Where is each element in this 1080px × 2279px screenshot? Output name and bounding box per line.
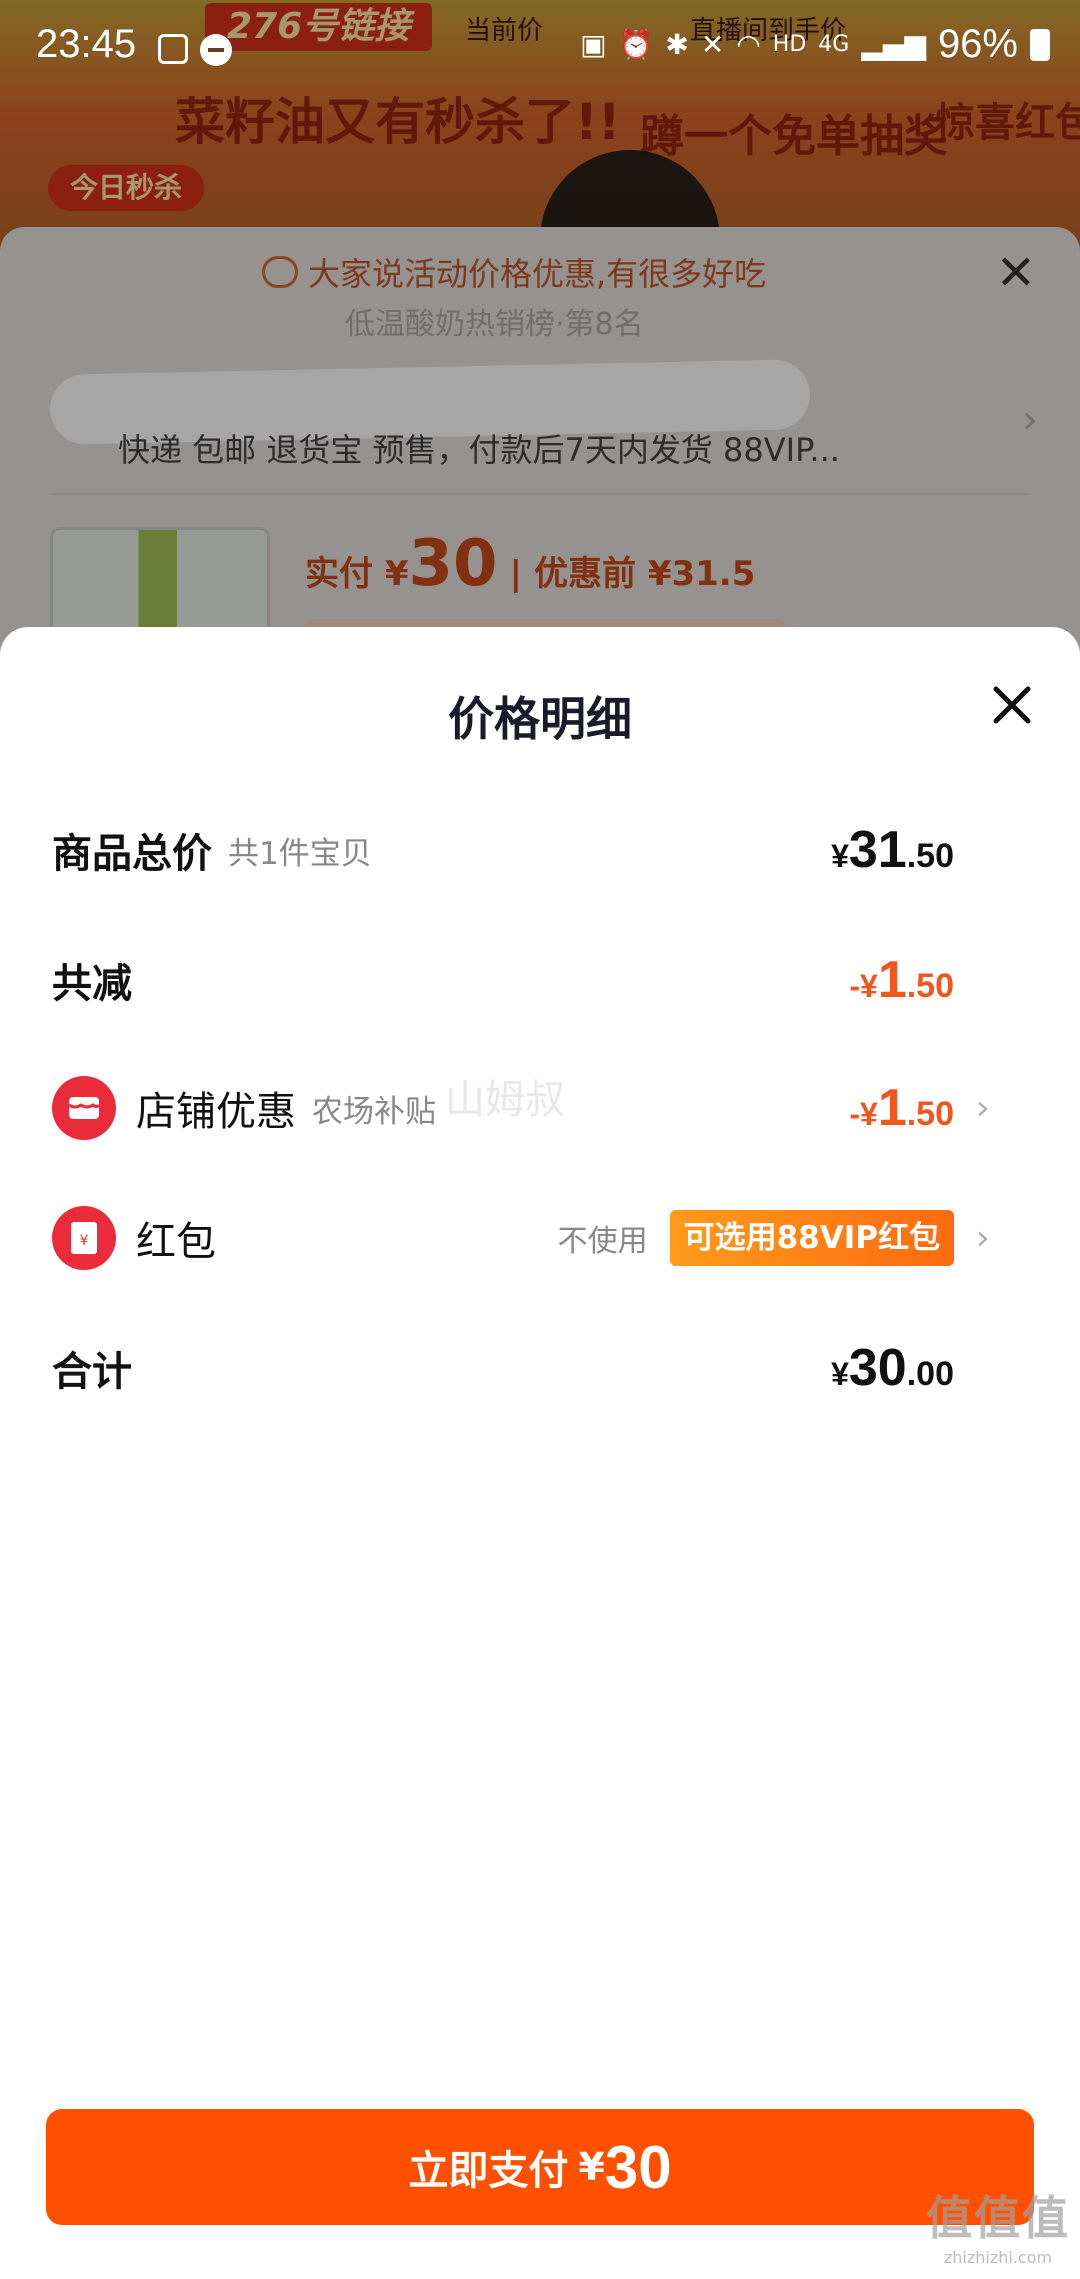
sheet-title: 价格明细 bbox=[448, 692, 632, 746]
ranking-hint: 低温酸奶热销榜·第8名 bbox=[345, 307, 644, 342]
before-discount: 优惠前 ¥31.5 bbox=[533, 554, 756, 594]
row-shop-discount[interactable]: 店铺优惠 农场补贴 -¥1.50 › bbox=[52, 1068, 996, 1148]
chat-bubble-icon bbox=[262, 256, 298, 288]
order-hint: 大家说活动价格优惠,有很多好吃 bbox=[262, 249, 766, 295]
battery-icon bbox=[1030, 28, 1050, 61]
red-packet-status: 不使用 bbox=[557, 1224, 648, 1259]
status-bar: 23:45 ▣ ⏰ ✱ ✕ ◠ HD 4G ▂▄▆ 96% bbox=[0, 0, 1080, 96]
row-sum: 合计 ¥30.00 bbox=[52, 1328, 996, 1408]
order-hint-text: 大家说活动价格优惠,有很多好吃 bbox=[308, 255, 767, 293]
battery-saver-icon: ▣ bbox=[580, 28, 607, 61]
vip-red-packet-tag[interactable]: 可选用88VIP红包 bbox=[669, 1210, 954, 1266]
total-price-label: 商品总价 bbox=[52, 831, 212, 877]
shop-discount-value: -¥1.50 bbox=[849, 1079, 954, 1137]
battery-percent: 96% bbox=[937, 22, 1018, 66]
pay-now-button[interactable]: 立即支付 ¥ 30 bbox=[46, 2109, 1034, 2225]
pay-label: 实付 ¥ bbox=[305, 554, 409, 594]
pay-now-amount: 30 bbox=[604, 2133, 672, 2201]
separator: | bbox=[509, 554, 522, 594]
chevron-right-icon: › bbox=[976, 1218, 990, 1258]
network-indicator: 4G bbox=[818, 32, 850, 57]
bluetooth-icon: ✱ bbox=[665, 28, 689, 61]
row-total-price: 商品总价 共1件宝贝 ¥31.50 bbox=[52, 810, 996, 890]
site-watermark-logo: 值值值 bbox=[926, 2191, 1070, 2245]
shop-icon bbox=[52, 1076, 116, 1140]
svg-text:¥: ¥ bbox=[80, 1233, 89, 1249]
reduce-label: 共减 bbox=[52, 961, 132, 1007]
status-right-icons: ▣ ⏰ ✱ ✕ ◠ HD 4G ▂▄▆ 96% bbox=[580, 22, 1050, 67]
wifi-icon: ◠ bbox=[736, 28, 761, 61]
status-time: 23:45 bbox=[36, 22, 137, 66]
shop-discount-label: 店铺优惠 bbox=[136, 1089, 296, 1135]
alarm-icon: ⏰ bbox=[618, 28, 654, 61]
chevron-right-icon: › bbox=[976, 1088, 990, 1128]
signal-icon: ▂▄▆ bbox=[861, 28, 926, 61]
row-red-packet[interactable]: ¥ 红包 不使用 可选用88VIP红包 › bbox=[52, 1198, 996, 1278]
status-left-icons bbox=[158, 34, 232, 66]
sum-label: 合计 bbox=[52, 1349, 132, 1395]
pay-now-label: 立即支付 bbox=[408, 2148, 569, 2194]
pay-now-yen: ¥ bbox=[578, 2145, 605, 2189]
today-flash-sale-tag: 今日秒杀 bbox=[48, 165, 205, 211]
farm-subsidy-label: 农场补贴 bbox=[312, 1093, 436, 1130]
site-watermark: 值值值 zhizhizhi.com bbox=[926, 2182, 1070, 2267]
item-count: 共1件宝贝 bbox=[228, 835, 372, 872]
close-icon[interactable] bbox=[990, 683, 1034, 727]
hd-indicator: HD bbox=[772, 32, 807, 57]
service-tags[interactable]: 快递 包邮 退货宝 预售，付款后7天内发货 88VIP... bbox=[118, 425, 840, 471]
site-watermark-url: zhizhizhi.com bbox=[943, 2248, 1053, 2267]
banner-text-3: 惊喜红包 bbox=[935, 100, 1080, 146]
divider bbox=[50, 493, 1030, 495]
order-pay-summary: 实付 ¥30 | 优惠前 ¥31.5 bbox=[305, 527, 755, 601]
banner-text-2: 蹲一个免单抽奖 bbox=[640, 111, 948, 162]
pay-value: 30 bbox=[408, 527, 498, 601]
gallery-notification-icon bbox=[158, 34, 188, 64]
price-detail-sheet: 价格明细 山姆叔 商品总价 共1件宝贝 ¥31.50 共减 -¥1.50 店铺优… bbox=[0, 627, 1080, 2279]
do-not-disturb-icon bbox=[200, 34, 232, 66]
order-sheet: 大家说活动价格优惠,有很多好吃 低温酸奶热销榜·第8名 ✕ 快递 包邮 退货宝 … bbox=[0, 227, 1080, 677]
sum-value: ¥30.00 bbox=[831, 1339, 954, 1397]
row-total-reduce: 共减 -¥1.50 bbox=[52, 940, 996, 1020]
red-packet-label: 红包 bbox=[136, 1219, 216, 1265]
red-packet-icon: ¥ bbox=[52, 1206, 116, 1270]
chevron-right-icon: › bbox=[1022, 397, 1038, 443]
total-price-value: ¥31.50 bbox=[831, 821, 954, 879]
reduce-value: -¥1.50 bbox=[849, 951, 954, 1009]
order-close-button[interactable]: ✕ bbox=[996, 249, 1036, 297]
mute-icon: ✕ bbox=[700, 28, 725, 61]
